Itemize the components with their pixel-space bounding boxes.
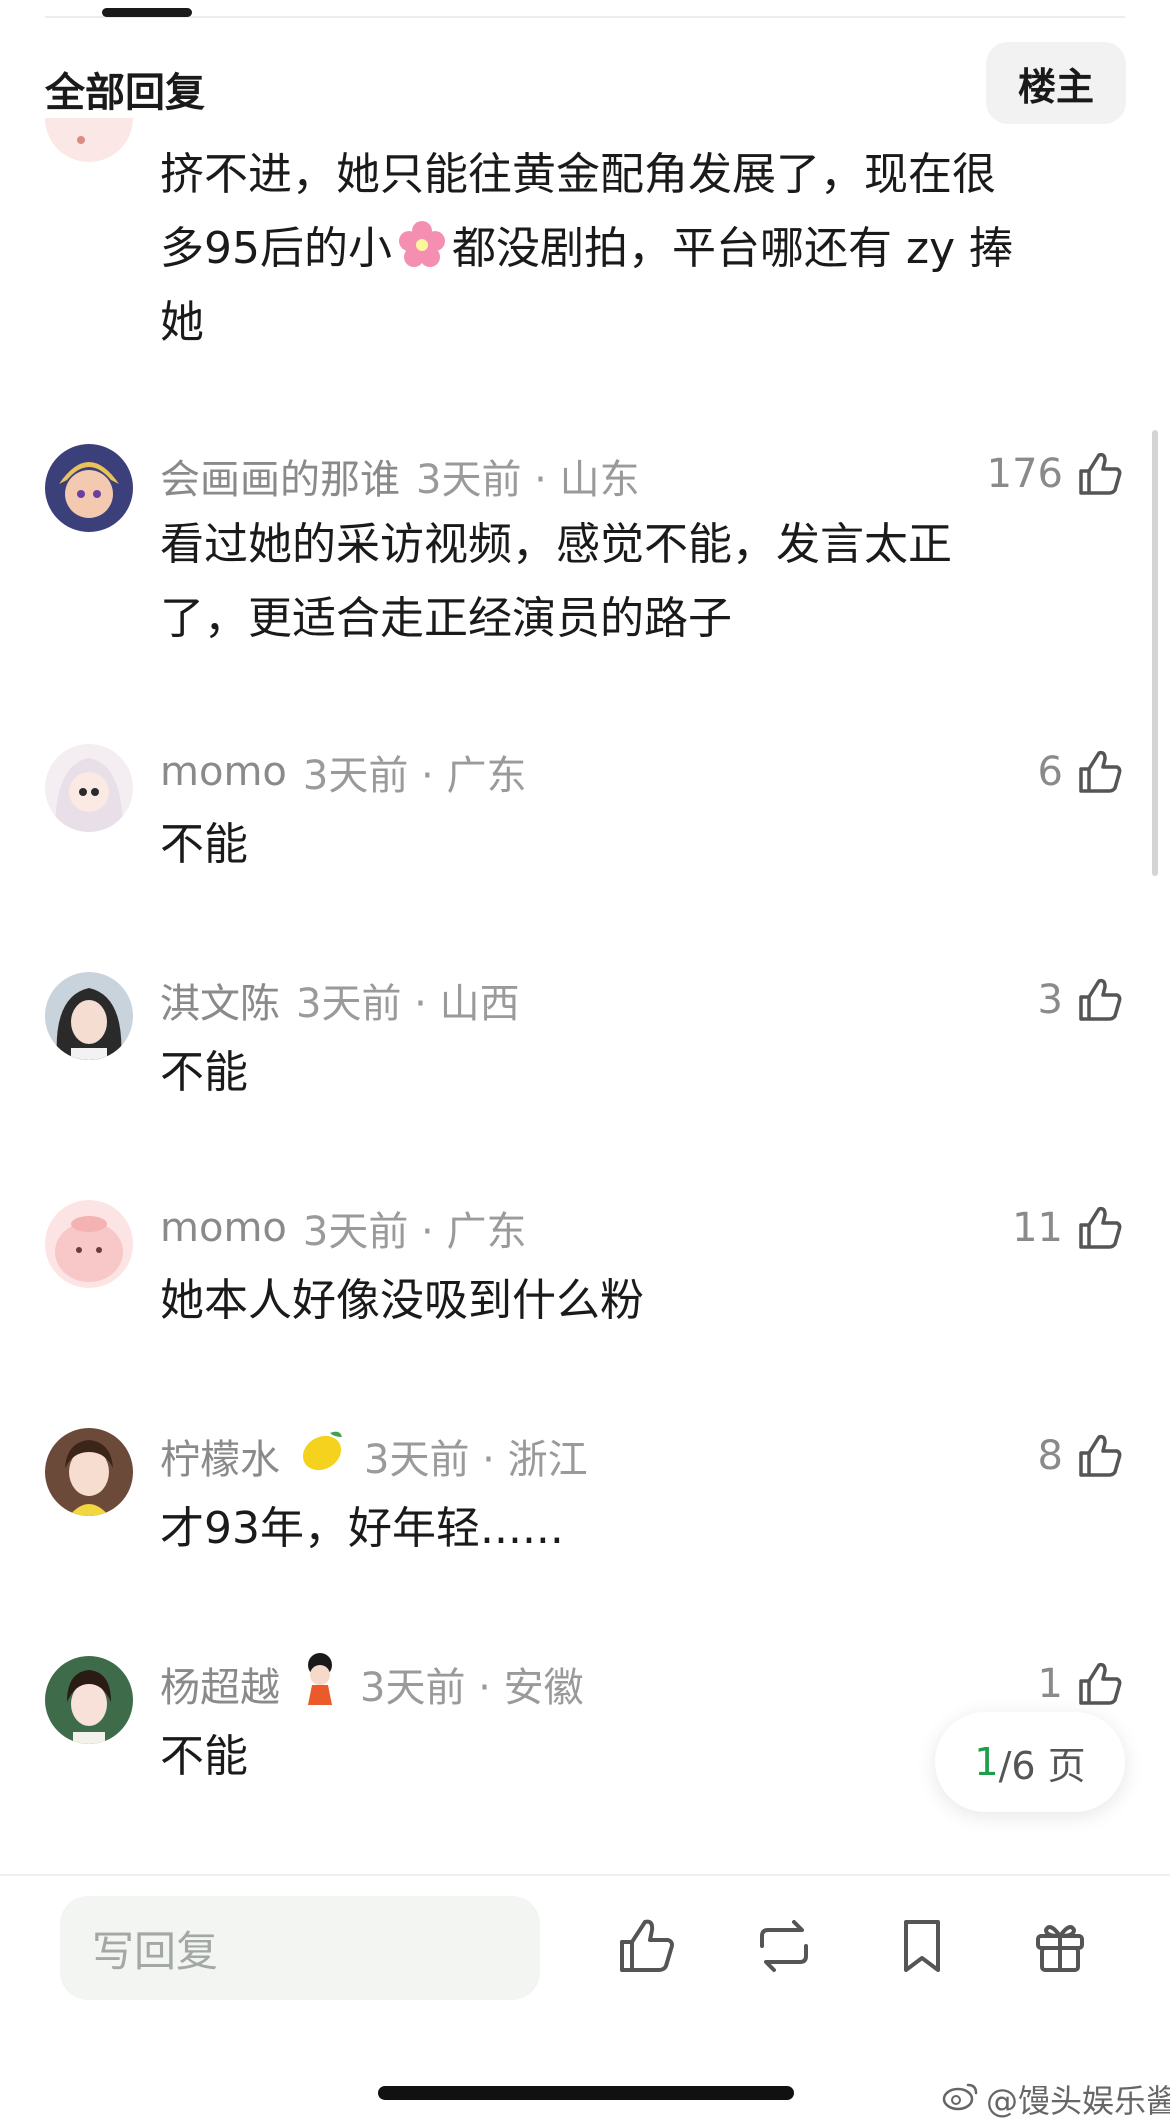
bottom-divider — [0, 1874, 1170, 1876]
comment-line: 挤不进，她只能往黄金配角发展了，现在很 — [160, 149, 996, 200]
comment-text: 挤不进，她只能往黄金配角发展了，现在很 多95后的小 都没剧拍，平台哪还有 zy… — [160, 138, 1100, 360]
avatar[interactable] — [45, 444, 133, 532]
like-count: 176 — [986, 451, 1063, 497]
like-count: 11 — [1012, 1205, 1063, 1251]
avatar[interactable] — [45, 972, 133, 1060]
lemon-icon — [296, 1425, 348, 1487]
comment-text: 她本人好像没吸到什么粉 — [160, 1275, 644, 1326]
username[interactable]: 淇文陈 — [160, 971, 280, 1029]
time-location: 3天前 · 安徽 — [360, 1665, 584, 1711]
thumbs-up-icon — [1075, 449, 1125, 499]
top-divider — [45, 16, 1125, 18]
home-indicator — [378, 2086, 794, 2100]
comment-meta: momo 3天前 · 广东 — [160, 1198, 526, 1258]
thumbs-up-icon — [1075, 1431, 1125, 1481]
current-page: 1 — [974, 1740, 999, 1784]
comment-text: 才93年，好年轻...... — [160, 1503, 564, 1554]
scrollbar[interactable] — [1152, 430, 1158, 876]
like-count: 3 — [1037, 977, 1063, 1023]
comment-meta: 会画画的那谁 3天前 · 山东 — [160, 446, 640, 506]
gift-icon[interactable] — [1028, 1914, 1092, 1978]
like-button[interactable]: 8 — [1038, 1426, 1125, 1486]
repost-icon[interactable] — [752, 1914, 816, 1978]
time-location: 3天前 · 广东 — [302, 753, 527, 799]
total-pages: /6 页 — [998, 1743, 1086, 1788]
like-count: 8 — [1037, 1433, 1063, 1479]
comment-meta: 杨超越 3天前 · 安徽 — [160, 1651, 584, 1717]
like-count: 6 — [1037, 749, 1063, 795]
watermark: @馒头娱乐酱 — [940, 2076, 1170, 2122]
girl-sticker-icon — [296, 1651, 344, 1717]
reply-input[interactable]: 写回复 — [60, 1896, 540, 2000]
like-button[interactable]: 176 — [987, 444, 1125, 504]
like-button[interactable]: 1 — [1038, 1654, 1125, 1714]
like-icon[interactable] — [614, 1914, 678, 1978]
bookmark-icon[interactable] — [890, 1914, 954, 1978]
comment-line: 多95后的小 都没剧拍，平台哪还有 zy 捧 — [160, 212, 1100, 286]
time-location: 3天前 · 浙江 — [364, 1437, 588, 1483]
username[interactable]: 柠檬水 — [160, 1427, 280, 1485]
username[interactable]: momo — [160, 1205, 287, 1251]
thumbs-up-icon — [1075, 975, 1125, 1025]
username[interactable]: 会画画的那谁 — [160, 447, 400, 505]
username[interactable]: 杨超越 — [160, 1655, 280, 1713]
avatar[interactable] — [45, 744, 133, 832]
avatar[interactable] — [45, 1656, 133, 1744]
time-location: 3天前 · 广东 — [302, 1209, 527, 1255]
page-title: 全部回复 — [45, 70, 205, 116]
thumbs-up-icon — [1075, 1203, 1125, 1253]
louzhu-filter-button[interactable]: 楼主 — [986, 42, 1126, 124]
avatar[interactable] — [45, 118, 133, 162]
like-button[interactable]: 6 — [1038, 742, 1125, 802]
like-button[interactable]: 11 — [1012, 1198, 1125, 1258]
comment-meta: 柠檬水 3天前 · 浙江 — [160, 1426, 588, 1486]
avatar[interactable] — [45, 1200, 133, 1288]
like-button[interactable]: 3 — [1038, 970, 1125, 1030]
tab-indicator — [102, 8, 192, 17]
comment-meta: momo 3天前 · 广东 — [160, 742, 526, 802]
comment-text: 不能 — [160, 819, 248, 870]
page-indicator[interactable]: 1/6 页 — [935, 1712, 1125, 1812]
like-count: 1 — [1037, 1661, 1063, 1707]
thumbs-up-icon — [1075, 747, 1125, 797]
avatar[interactable] — [45, 1428, 133, 1516]
comment-text: 不能 — [160, 1047, 248, 1098]
thumbs-up-icon — [1075, 1659, 1125, 1709]
comment-text: 看过她的采访视频，感觉不能，发言太正 了，更适合走正经演员的路子 — [160, 519, 952, 644]
username[interactable]: momo — [160, 749, 287, 795]
comment-meta: 淇文陈 3天前 · 山西 — [160, 970, 520, 1030]
time-location: 3天前 · 山东 — [416, 457, 640, 503]
cherry-blossom-icon — [396, 219, 448, 271]
weibo-icon — [940, 2079, 980, 2119]
time-location: 3天前 · 山西 — [296, 981, 520, 1027]
comment-line: 她 — [160, 297, 204, 348]
